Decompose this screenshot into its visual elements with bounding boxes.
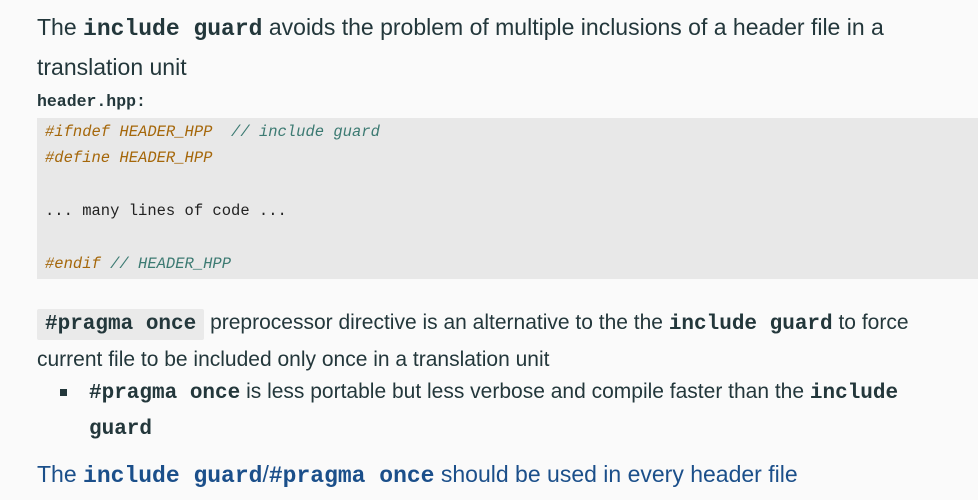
code-line-endif: #endif // HEADER_HPP — [45, 254, 231, 274]
intro-paragraph: The include guard avoids the problem of … — [37, 8, 967, 86]
ifndef-directive: #ifndef HEADER_HPP — [45, 123, 213, 141]
pragma-once-code: #pragma once — [89, 382, 241, 405]
bullet-text-1: is less portable but less verbose and co… — [240, 380, 810, 403]
include-guard-code: include guard — [83, 16, 263, 42]
pragma-paragraph: #pragma once preprocessor directive is a… — [37, 305, 967, 377]
conclusion-text-2: should be used in every header file — [434, 461, 798, 487]
pragma-once-code-pill: #pragma once — [37, 309, 205, 340]
bullet-text: #pragma once is less portable but less v… — [89, 375, 959, 447]
intro-text-1: The — [37, 14, 84, 40]
bullet-square-icon — [60, 389, 67, 396]
conclusion-text-1: The — [37, 461, 84, 487]
code-filename: header.hpp: — [37, 92, 146, 111]
code-block: #ifndef HEADER_HPP // include guard #def… — [37, 118, 978, 279]
include-guard-code: include guard — [83, 463, 263, 489]
code-line-body: ... many lines of code ... — [45, 202, 287, 220]
conclusion-paragraph: The include guard/#pragma once should be… — [37, 455, 967, 495]
pragma-text-1: preprocessor directive is an alternative… — [204, 311, 669, 334]
define-directive: #define HEADER_HPP — [45, 149, 213, 167]
code-line-ifndef: #ifndef HEADER_HPP // include guard — [45, 122, 380, 142]
endif-directive: #endif — [45, 255, 101, 273]
pragma-once-code: #pragma once — [268, 463, 435, 489]
code-line-define: #define HEADER_HPP — [45, 148, 212, 168]
endif-comment: // HEADER_HPP — [100, 255, 232, 273]
include-guard-comment: // include guard — [212, 123, 380, 141]
include-guard-code: include guard — [668, 313, 833, 336]
